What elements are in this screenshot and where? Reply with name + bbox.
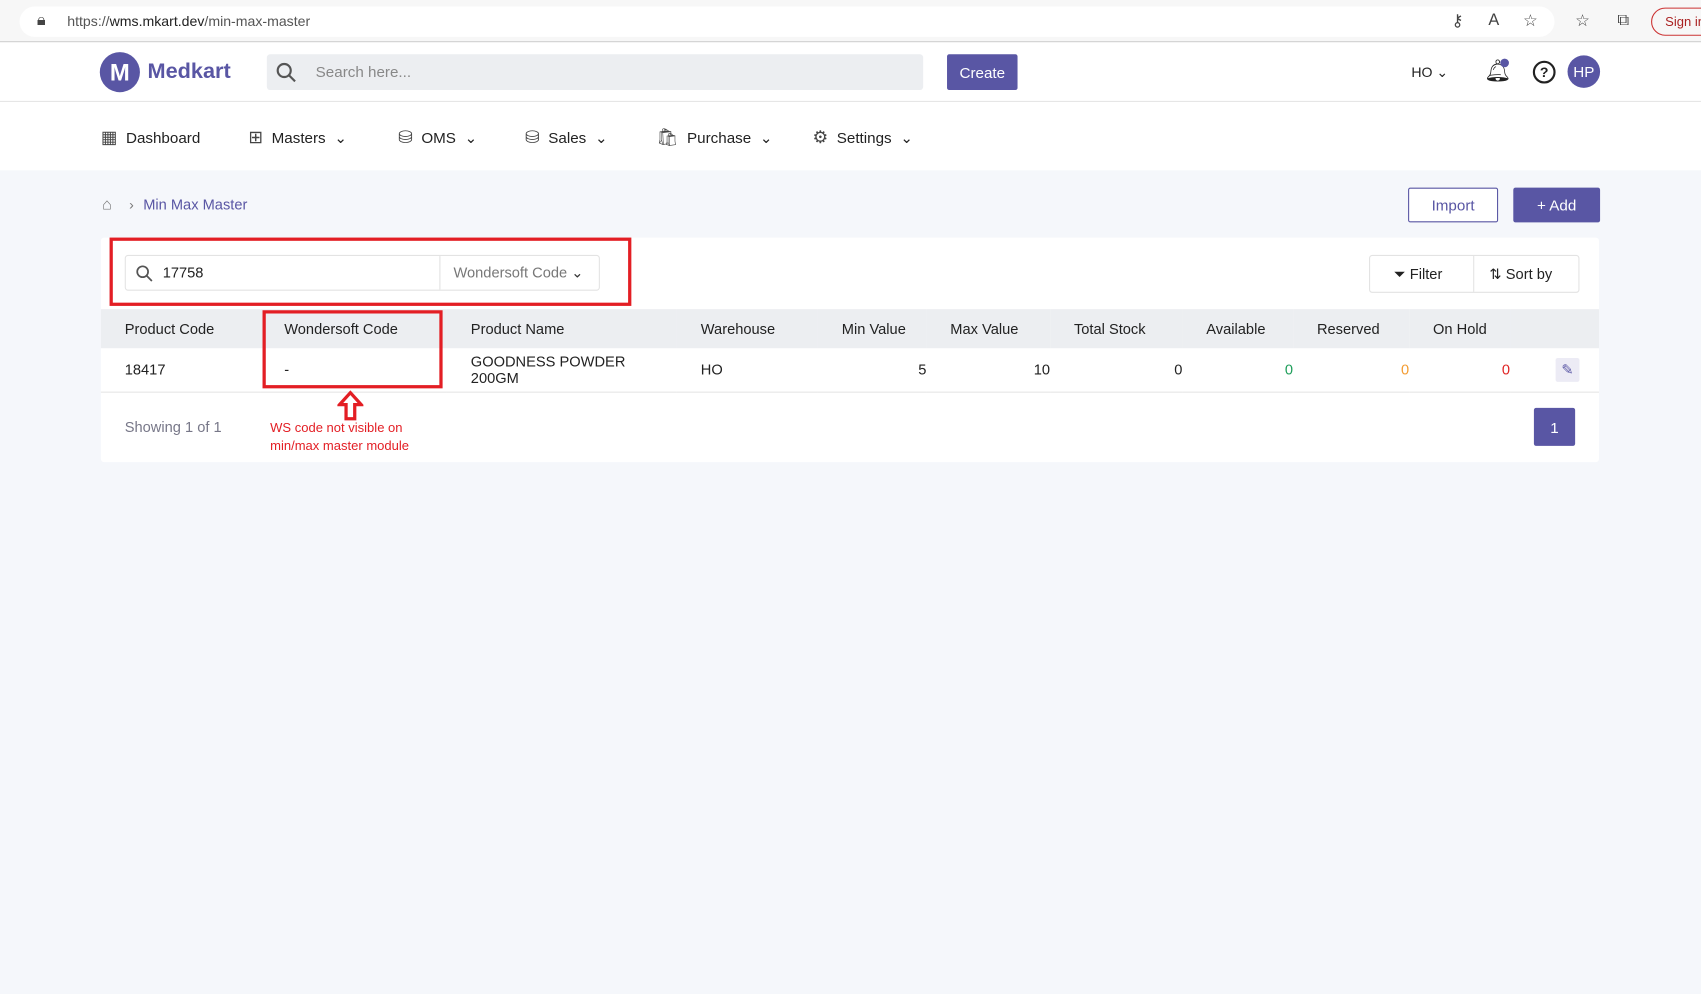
help-icon[interactable]: ? bbox=[1532, 60, 1556, 84]
cell-on-hold: 0 bbox=[1409, 348, 1511, 393]
sort-icon: ⇅ bbox=[1489, 265, 1502, 283]
nav-label: Settings bbox=[836, 129, 892, 147]
filter-label: Filter bbox=[1409, 265, 1443, 283]
col-min-value[interactable]: Min Value bbox=[817, 309, 927, 349]
showing-count: Showing 1 of 1 bbox=[124, 418, 222, 436]
annotation-box-search bbox=[109, 237, 632, 306]
medkart-logo[interactable]: M bbox=[99, 52, 140, 93]
col-max-value[interactable]: Max Value bbox=[926, 309, 1051, 349]
col-total-stock[interactable]: Total Stock bbox=[1050, 309, 1183, 349]
hierarchy-icon: ⊞ bbox=[248, 129, 263, 148]
col-product-code[interactable]: Product Code bbox=[100, 309, 261, 349]
oms-icon: ⛁ bbox=[398, 129, 413, 148]
chevron-down-icon: ⌄ bbox=[464, 128, 478, 146]
key-icon[interactable]: ⚷ bbox=[1451, 11, 1463, 30]
col-reserved[interactable]: Reserved bbox=[1293, 309, 1410, 349]
bag-icon: 🛍︎ bbox=[656, 129, 679, 148]
nav-settings[interactable]: ⚙ Settings ⌄ bbox=[813, 127, 914, 149]
col-warehouse[interactable]: Warehouse bbox=[676, 309, 818, 349]
favorites-icon[interactable]: ☆ bbox=[1575, 11, 1590, 30]
annotation-arrow-up-icon bbox=[337, 390, 364, 421]
search-icon bbox=[276, 62, 296, 83]
avatar[interactable]: HP bbox=[1567, 55, 1601, 88]
gear-icon: ⚙ bbox=[812, 129, 829, 148]
col-available[interactable]: Available bbox=[1182, 309, 1294, 349]
col-product-name[interactable]: Product Name bbox=[446, 309, 677, 349]
chevron-down-icon: ⌄ bbox=[594, 128, 608, 146]
search-placeholder: Search here... bbox=[315, 62, 412, 81]
location-dropdown[interactable]: HO ⌄ bbox=[1411, 64, 1448, 81]
home-icon[interactable]: ⌂ bbox=[102, 195, 112, 213]
nav-sales[interactable]: ⛁ Sales ⌄ bbox=[525, 127, 608, 149]
cell-available: 0 bbox=[1182, 348, 1294, 393]
nav-label: OMS bbox=[421, 129, 456, 147]
cell-min-value: 5 bbox=[817, 348, 927, 393]
sales-icon: ⛁ bbox=[525, 129, 540, 148]
address-bar[interactable]: https://wms.mkart.dev/min-max-master bbox=[19, 6, 1555, 37]
dashboard-icon: ▦ bbox=[100, 129, 118, 148]
read-aloud-icon[interactable]: A bbox=[1488, 11, 1499, 29]
annotation-text: WS code not visible on min/max master mod… bbox=[270, 419, 409, 456]
page-1-button[interactable]: 1 bbox=[1533, 407, 1576, 446]
brand-name: Medkart bbox=[147, 59, 231, 84]
cell-product-code: 18417 bbox=[100, 348, 261, 393]
filter-sort-group: ⏷ Filter ⇅ Sort by bbox=[1369, 254, 1580, 293]
create-button[interactable]: Create bbox=[947, 54, 1018, 91]
cell-product-name: GOODNESS POWDER 200GM bbox=[446, 348, 677, 393]
collections-icon[interactable]: ⧉ bbox=[1617, 11, 1629, 29]
lock-icon: 🔒︎ bbox=[36, 10, 46, 30]
edit-icon[interactable]: ✎ bbox=[1555, 357, 1580, 382]
nav-label: Masters bbox=[271, 129, 326, 147]
chevron-down-icon: ⌄ bbox=[900, 128, 914, 146]
nav-dashboard[interactable]: ▦ Dashboard bbox=[101, 127, 200, 149]
favorite-add-icon[interactable]: ☆ bbox=[1523, 11, 1538, 30]
chevron-down-icon: ⌄ bbox=[334, 128, 348, 146]
breadcrumb-separator: › bbox=[129, 196, 134, 213]
filter-icon: ⏷ bbox=[1393, 265, 1406, 283]
cell-warehouse: HO bbox=[676, 348, 818, 393]
url-prefix: https:// bbox=[67, 13, 110, 30]
cell-reserved: 0 bbox=[1293, 348, 1410, 393]
url-host: wms.mkart.dev bbox=[109, 13, 205, 30]
annotation-line: min/max master module bbox=[270, 438, 410, 454]
url-path: /min-max-master bbox=[204, 13, 311, 30]
nav-purchase[interactable]: 🛍︎ Purchase ⌄ bbox=[656, 127, 772, 149]
global-search-input[interactable]: Search here... bbox=[266, 54, 924, 91]
breadcrumb-current: Min Max Master bbox=[143, 196, 248, 213]
import-button[interactable]: Import bbox=[1408, 187, 1499, 223]
col-on-hold[interactable]: On Hold bbox=[1409, 309, 1511, 349]
notification-dot bbox=[1500, 58, 1509, 68]
annotation-line: WS code not visible on bbox=[270, 419, 403, 436]
chevron-down-icon: ⌄ bbox=[759, 128, 773, 146]
sort-button[interactable]: ⇅ Sort by bbox=[1474, 256, 1552, 292]
nav-label: Sales bbox=[548, 129, 587, 147]
cell-max-value: 10 bbox=[926, 348, 1051, 393]
nav-label: Dashboard bbox=[125, 129, 201, 147]
sort-label: Sort by bbox=[1505, 265, 1553, 283]
col-actions bbox=[1510, 309, 1599, 349]
cell-total-stock: 0 bbox=[1050, 348, 1183, 393]
nav-masters[interactable]: ⊞ Masters ⌄ bbox=[248, 127, 347, 149]
sign-in-button[interactable]: Sign in bbox=[1651, 7, 1701, 36]
filter-button[interactable]: ⏷ Filter bbox=[1370, 256, 1475, 292]
location-label: HO bbox=[1411, 64, 1433, 81]
nav-label: Purchase bbox=[687, 129, 752, 147]
nav-oms[interactable]: ⛁ OMS ⌄ bbox=[398, 127, 477, 149]
add-button[interactable]: + Add bbox=[1513, 187, 1601, 223]
annotation-box-ws-code bbox=[262, 310, 443, 389]
